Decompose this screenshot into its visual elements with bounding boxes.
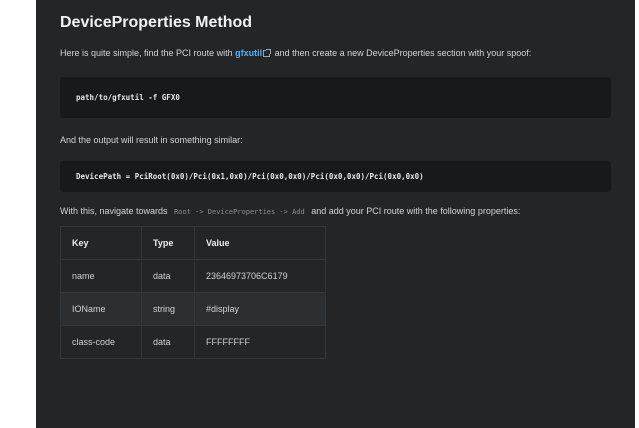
- table-row: IOName string #display: [60, 292, 326, 326]
- properties-table: Key Type Value name data 23646973706C617…: [60, 226, 326, 359]
- intro-text-end: and then create a new DeviceProperties s…: [272, 48, 532, 58]
- cell-value: 23646973706C6179: [194, 259, 326, 293]
- intro-paragraph: Here is quite simple, find the PCI route…: [60, 44, 611, 63]
- table-row: class-code data FFFFFFFF: [60, 325, 326, 359]
- documentation-panel: DeviceProperties Method Here is quite si…: [36, 0, 635, 428]
- navigate-text-start: With this, navigate towards: [60, 206, 171, 216]
- header-key: Key: [60, 226, 142, 260]
- cell-value: FFFFFFFF: [194, 325, 326, 359]
- intro-text-start: Here is quite simple, find the PCI route…: [60, 48, 236, 58]
- navigate-paragraph: With this, navigate towards Root -> Devi…: [60, 202, 611, 222]
- device-path-output: DevicePath = PciRoot(0x0)/Pci(0x1,0x0)/P…: [76, 172, 424, 181]
- header-value: Value: [194, 226, 326, 260]
- gfxutil-command-block[interactable]: path/to/gfxutil -f GFX0: [60, 77, 611, 118]
- gfxutil-command: path/to/gfxutil -f GFX0: [76, 93, 180, 102]
- navigate-path-code: Root -> DeviceProperties -> Add: [174, 208, 305, 216]
- device-path-output-block[interactable]: DevicePath = PciRoot(0x0)/Pci(0x1,0x0)/P…: [60, 161, 611, 192]
- cell-key: name: [60, 259, 142, 293]
- header-type: Type: [141, 226, 195, 260]
- navigate-text-end: and add your PCI route with the followin…: [308, 206, 521, 216]
- cell-type: data: [141, 259, 195, 293]
- cell-value: #display: [194, 292, 326, 326]
- cell-key: class-code: [60, 325, 142, 359]
- table-row: name data 23646973706C6179: [60, 259, 326, 293]
- cell-key: IOName: [60, 292, 142, 326]
- cell-type: string: [141, 292, 195, 326]
- output-intro-text: And the output will result in something …: [60, 135, 243, 145]
- external-link-icon: [263, 49, 272, 58]
- table-header-row: Key Type Value: [60, 226, 326, 260]
- gfxutil-link[interactable]: gfxutil: [235, 48, 262, 58]
- cell-type: data: [141, 325, 195, 359]
- section-heading: DeviceProperties Method: [60, 14, 253, 31]
